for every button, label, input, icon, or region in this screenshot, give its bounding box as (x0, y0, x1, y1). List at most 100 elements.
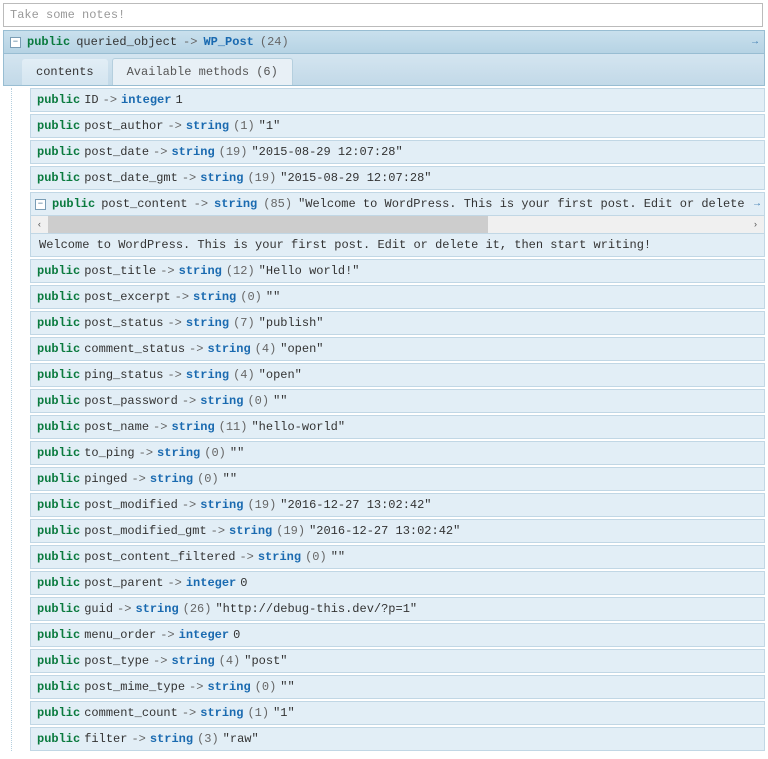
arrow-separator: -> (131, 472, 145, 486)
size: (1) (233, 119, 255, 133)
property-row[interactable]: public post_parent -> integer 0 (30, 571, 765, 595)
size: (7) (233, 316, 255, 330)
type-name: integer (121, 93, 171, 107)
count: (24) (260, 35, 289, 49)
size: (4) (255, 342, 277, 356)
property-row[interactable]: public post_modified_gmt -> string (19) … (30, 519, 765, 543)
collapse-icon[interactable]: − (35, 199, 46, 210)
property-name: post_author (84, 119, 163, 133)
property-name: post_parent (84, 576, 163, 590)
property-row[interactable]: public menu_order -> integer 0 (30, 623, 765, 647)
property-row[interactable]: public post_content_filtered -> string (… (30, 545, 765, 569)
value: "" (230, 446, 244, 460)
arrow-separator: -> (182, 706, 196, 720)
property-row[interactable]: public post_author -> string (1) "1" (30, 114, 765, 138)
type-name: string (186, 316, 229, 330)
property-row[interactable]: public guid -> string (26) "http://debug… (30, 597, 765, 621)
visibility-keyword: public (37, 472, 80, 486)
visibility-keyword: public (37, 498, 80, 512)
visibility-keyword: public (37, 628, 80, 642)
visibility-keyword: public (37, 316, 80, 330)
size: (19) (219, 145, 248, 159)
arrow-separator: -> (182, 498, 196, 512)
size: (4) (219, 654, 241, 668)
type-name: string (157, 446, 200, 460)
property-row[interactable]: public ID -> integer 1 (30, 88, 765, 112)
visibility-keyword: public (37, 342, 80, 356)
size: (4) (233, 368, 255, 382)
property-name: post_modified_gmt (84, 524, 206, 538)
property-name: post_password (84, 394, 178, 408)
property-row-post-content[interactable]: − public post_content -> string (85) "We… (30, 192, 765, 216)
property-row[interactable]: public post_status -> string (7) "publis… (30, 311, 765, 335)
value: "" (273, 394, 287, 408)
type-name: string (150, 472, 193, 486)
property-row[interactable]: public post_date_gmt -> string (19) "201… (30, 166, 765, 190)
property-row[interactable]: public post_type -> string (4) "post" (30, 649, 765, 673)
property-name: filter (84, 732, 127, 746)
visibility-keyword: public (37, 264, 80, 278)
notes-input[interactable] (3, 3, 763, 27)
property-list: public post_title -> string (12) "Hello … (11, 259, 765, 751)
value: "" (266, 290, 280, 304)
property-name: post_name (84, 420, 149, 434)
horizontal-scrollbar[interactable]: ‹ › (30, 216, 765, 234)
property-row[interactable]: public post_password -> string (0) "" (30, 389, 765, 413)
value: "2015-08-29 12:07:28" (251, 145, 402, 159)
property-name: post_excerpt (84, 290, 170, 304)
value: "raw" (223, 732, 259, 746)
property-row[interactable]: public post_mime_type -> string (0) "" (30, 675, 765, 699)
scroll-left-icon[interactable]: ‹ (31, 216, 48, 233)
type-name: string (186, 368, 229, 382)
tab-methods[interactable]: Available methods (6) (112, 58, 293, 85)
value: 0 (233, 628, 240, 642)
property-row[interactable]: public post_modified -> string (19) "201… (30, 493, 765, 517)
property-row[interactable]: public post_date -> string (19) "2015-08… (30, 140, 765, 164)
arrow-separator: -> (160, 628, 174, 642)
type-name: string (200, 171, 243, 185)
arrow-separator: -> (153, 420, 167, 434)
property-name: ping_status (84, 368, 163, 382)
property-row[interactable]: public comment_status -> string (4) "ope… (30, 337, 765, 361)
size: (0) (305, 550, 327, 564)
scroll-track[interactable] (48, 216, 747, 233)
property-row[interactable]: public to_ping -> string (0) "" (30, 441, 765, 465)
property-row[interactable]: public filter -> string (3) "raw" (30, 727, 765, 751)
value: "http://debug-this.dev/?p=1" (215, 602, 417, 616)
scroll-right-icon[interactable]: › (747, 216, 764, 233)
property-row[interactable]: public post_title -> string (12) "Hello … (30, 259, 765, 283)
property-row[interactable]: public post_name -> string (11) "hello-w… (30, 415, 765, 439)
arrow-right-icon: → (752, 37, 758, 48)
arrow-separator: -> (131, 732, 145, 746)
type-name: string (200, 394, 243, 408)
scroll-thumb[interactable] (48, 216, 488, 233)
visibility-keyword: public (37, 576, 80, 590)
arrow-right-icon: → (754, 199, 760, 210)
value-preview: "Welcome to WordPress. This is your firs… (298, 197, 744, 211)
size: (19) (247, 498, 276, 512)
type-name: string (258, 550, 301, 564)
visibility-keyword: public (52, 197, 95, 211)
arrow-separator: -> (167, 119, 181, 133)
visibility-keyword: public (37, 420, 80, 434)
property-name: post_date_gmt (84, 171, 178, 185)
size: (0) (240, 290, 262, 304)
tab-contents[interactable]: contents (22, 59, 108, 85)
object-header[interactable]: − public queried_object -> WP_Post (24) … (3, 30, 765, 54)
type-name: string (135, 602, 178, 616)
type-name: string (229, 524, 272, 538)
arrow-separator: -> (182, 394, 196, 408)
property-row[interactable]: public post_excerpt -> string (0) "" (30, 285, 765, 309)
tab-bar: contents Available methods (6) (3, 54, 765, 86)
collapse-icon[interactable]: − (10, 37, 21, 48)
value: "" (280, 680, 294, 694)
type-name: string (171, 420, 214, 434)
property-name: post_status (84, 316, 163, 330)
type-name: string (193, 290, 236, 304)
type-name: string (171, 654, 214, 668)
property-row[interactable]: public comment_count -> string (1) "1" (30, 701, 765, 725)
value: "2015-08-29 12:07:28" (280, 171, 431, 185)
property-row[interactable]: public ping_status -> string (4) "open" (30, 363, 765, 387)
visibility-keyword: public (37, 524, 80, 538)
property-row[interactable]: public pinged -> string (0) "" (30, 467, 765, 491)
